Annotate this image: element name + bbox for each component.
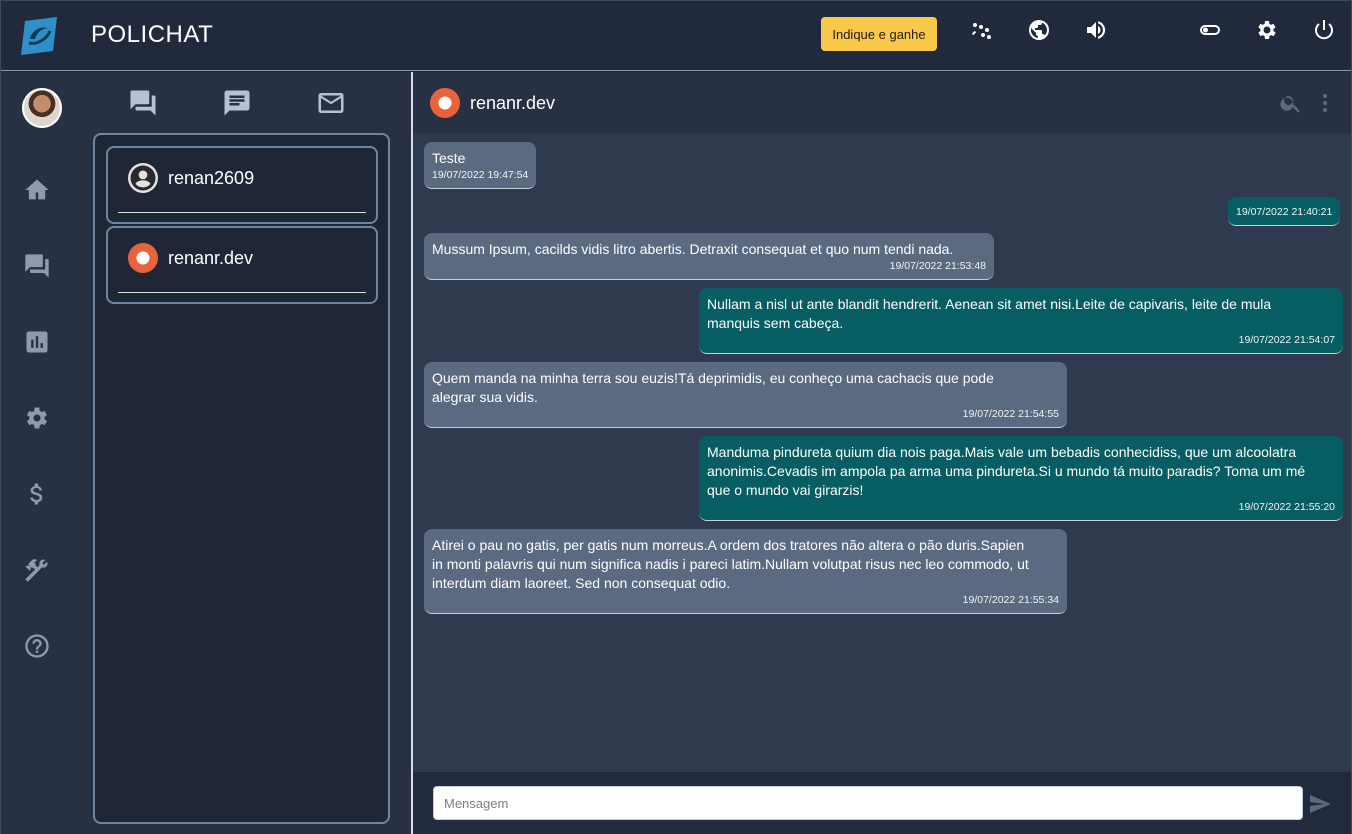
message-bubble-incoming: Quem manda na minha terra sou euzis!Tá d… [424,362,1067,428]
message-text: Quem manda na minha terra sou euzis!Tá d… [432,370,994,405]
message-time: 19/07/2022 21:55:34 [962,594,1059,606]
send-icon[interactable] [1308,792,1332,816]
message-time: 19/07/2022 21:40:21 [1236,206,1333,218]
message-text: Atirei o pau no gatis, per gatis num mor… [432,537,1029,591]
message-text: Teste [432,150,466,166]
message-text: Nullam a nisl ut ante blandit hendrerit.… [707,296,1272,331]
message-time: 19/07/2022 21:53:48 [889,260,986,272]
message-time: 19/07/2022 21:55:20 [1238,501,1335,513]
contact-name: renanr.dev [168,248,254,268]
toggle-icon[interactable] [1196,16,1224,44]
app-brand: POLICHAT [91,21,214,48]
message-time: 19/07/2022 21:54:07 [1238,334,1335,346]
globe-icon[interactable] [1025,16,1053,44]
tools-icon[interactable] [23,556,51,584]
billing-icon[interactable] [23,480,51,508]
power-icon[interactable] [1310,16,1338,44]
message-time: 19/07/2022 21:54:55 [962,408,1059,420]
message-composer [413,772,1351,834]
message-icon[interactable] [222,88,252,118]
app-window: POLICHAT Indique e ganhe renan2609 renan… [0,0,1352,834]
contact-item[interactable]: renanr.dev [106,226,378,304]
polichat-logo [17,15,61,57]
search-icon[interactable] [1279,91,1303,115]
message-bubble-outgoing: Nullam a nisl ut ante blandit hendrerit.… [699,288,1343,354]
message-input[interactable] [433,786,1303,820]
message-text: Mussum Ipsum, cacilds vidis litro aberti… [432,241,954,257]
settings-icon[interactable] [1253,16,1281,44]
contact-divider [118,292,366,293]
message-bubble-incoming: Mussum Ipsum, cacilds vidis litro aberti… [424,233,994,280]
contact-avatar-icon[interactable] [430,88,460,118]
contact-item[interactable]: renan2609 [106,146,378,224]
help-icon[interactable] [23,632,51,660]
signal-icon[interactable] [967,16,995,44]
settings-icon[interactable] [23,404,51,432]
top-bar: POLICHAT Indique e ganhe [1,1,1351,71]
reports-icon[interactable] [23,328,51,356]
message-time: 19/07/2022 19:47:54 [432,169,529,181]
more-options-icon[interactable] [1313,91,1337,115]
referral-button[interactable]: Indique e ganhe [821,17,937,51]
contact-name: renan2609 [168,168,255,188]
home-icon[interactable] [23,176,51,204]
default-avatar-icon [128,163,158,193]
chat-panel: renanr.dev Teste 19/07/2022 19:47:54 19/… [411,72,1351,834]
conversations-icon[interactable] [128,88,158,118]
message-bubble-incoming: Atirei o pau no gatis, per gatis num mor… [424,529,1067,614]
message-bubble-outgoing: Manduma pindureta quium dia nois paga.Ma… [699,436,1343,521]
message-text: Manduma pindureta quium dia nois paga.Ma… [707,444,1306,498]
message-bubble-outgoing: 19/07/2022 21:40:21 [1228,197,1341,226]
moon-icon[interactable] [1139,16,1167,44]
mail-icon[interactable] [316,88,346,118]
message-bubble-incoming: Teste 19/07/2022 19:47:54 [424,142,537,189]
contact-divider [118,212,366,213]
volume-icon[interactable] [1082,16,1110,44]
chats-icon[interactable] [23,252,51,280]
contact-list: renan2609 renanr.dev [93,133,390,824]
main-nav-rail [1,72,73,834]
user-avatar[interactable] [22,88,62,128]
linux-avatar-icon [128,243,158,273]
chat-contact-name: renanr.dev [470,93,556,113]
contacts-panel: renan2609 renanr.dev [73,72,411,834]
chat-header: renanr.dev [413,72,1351,133]
